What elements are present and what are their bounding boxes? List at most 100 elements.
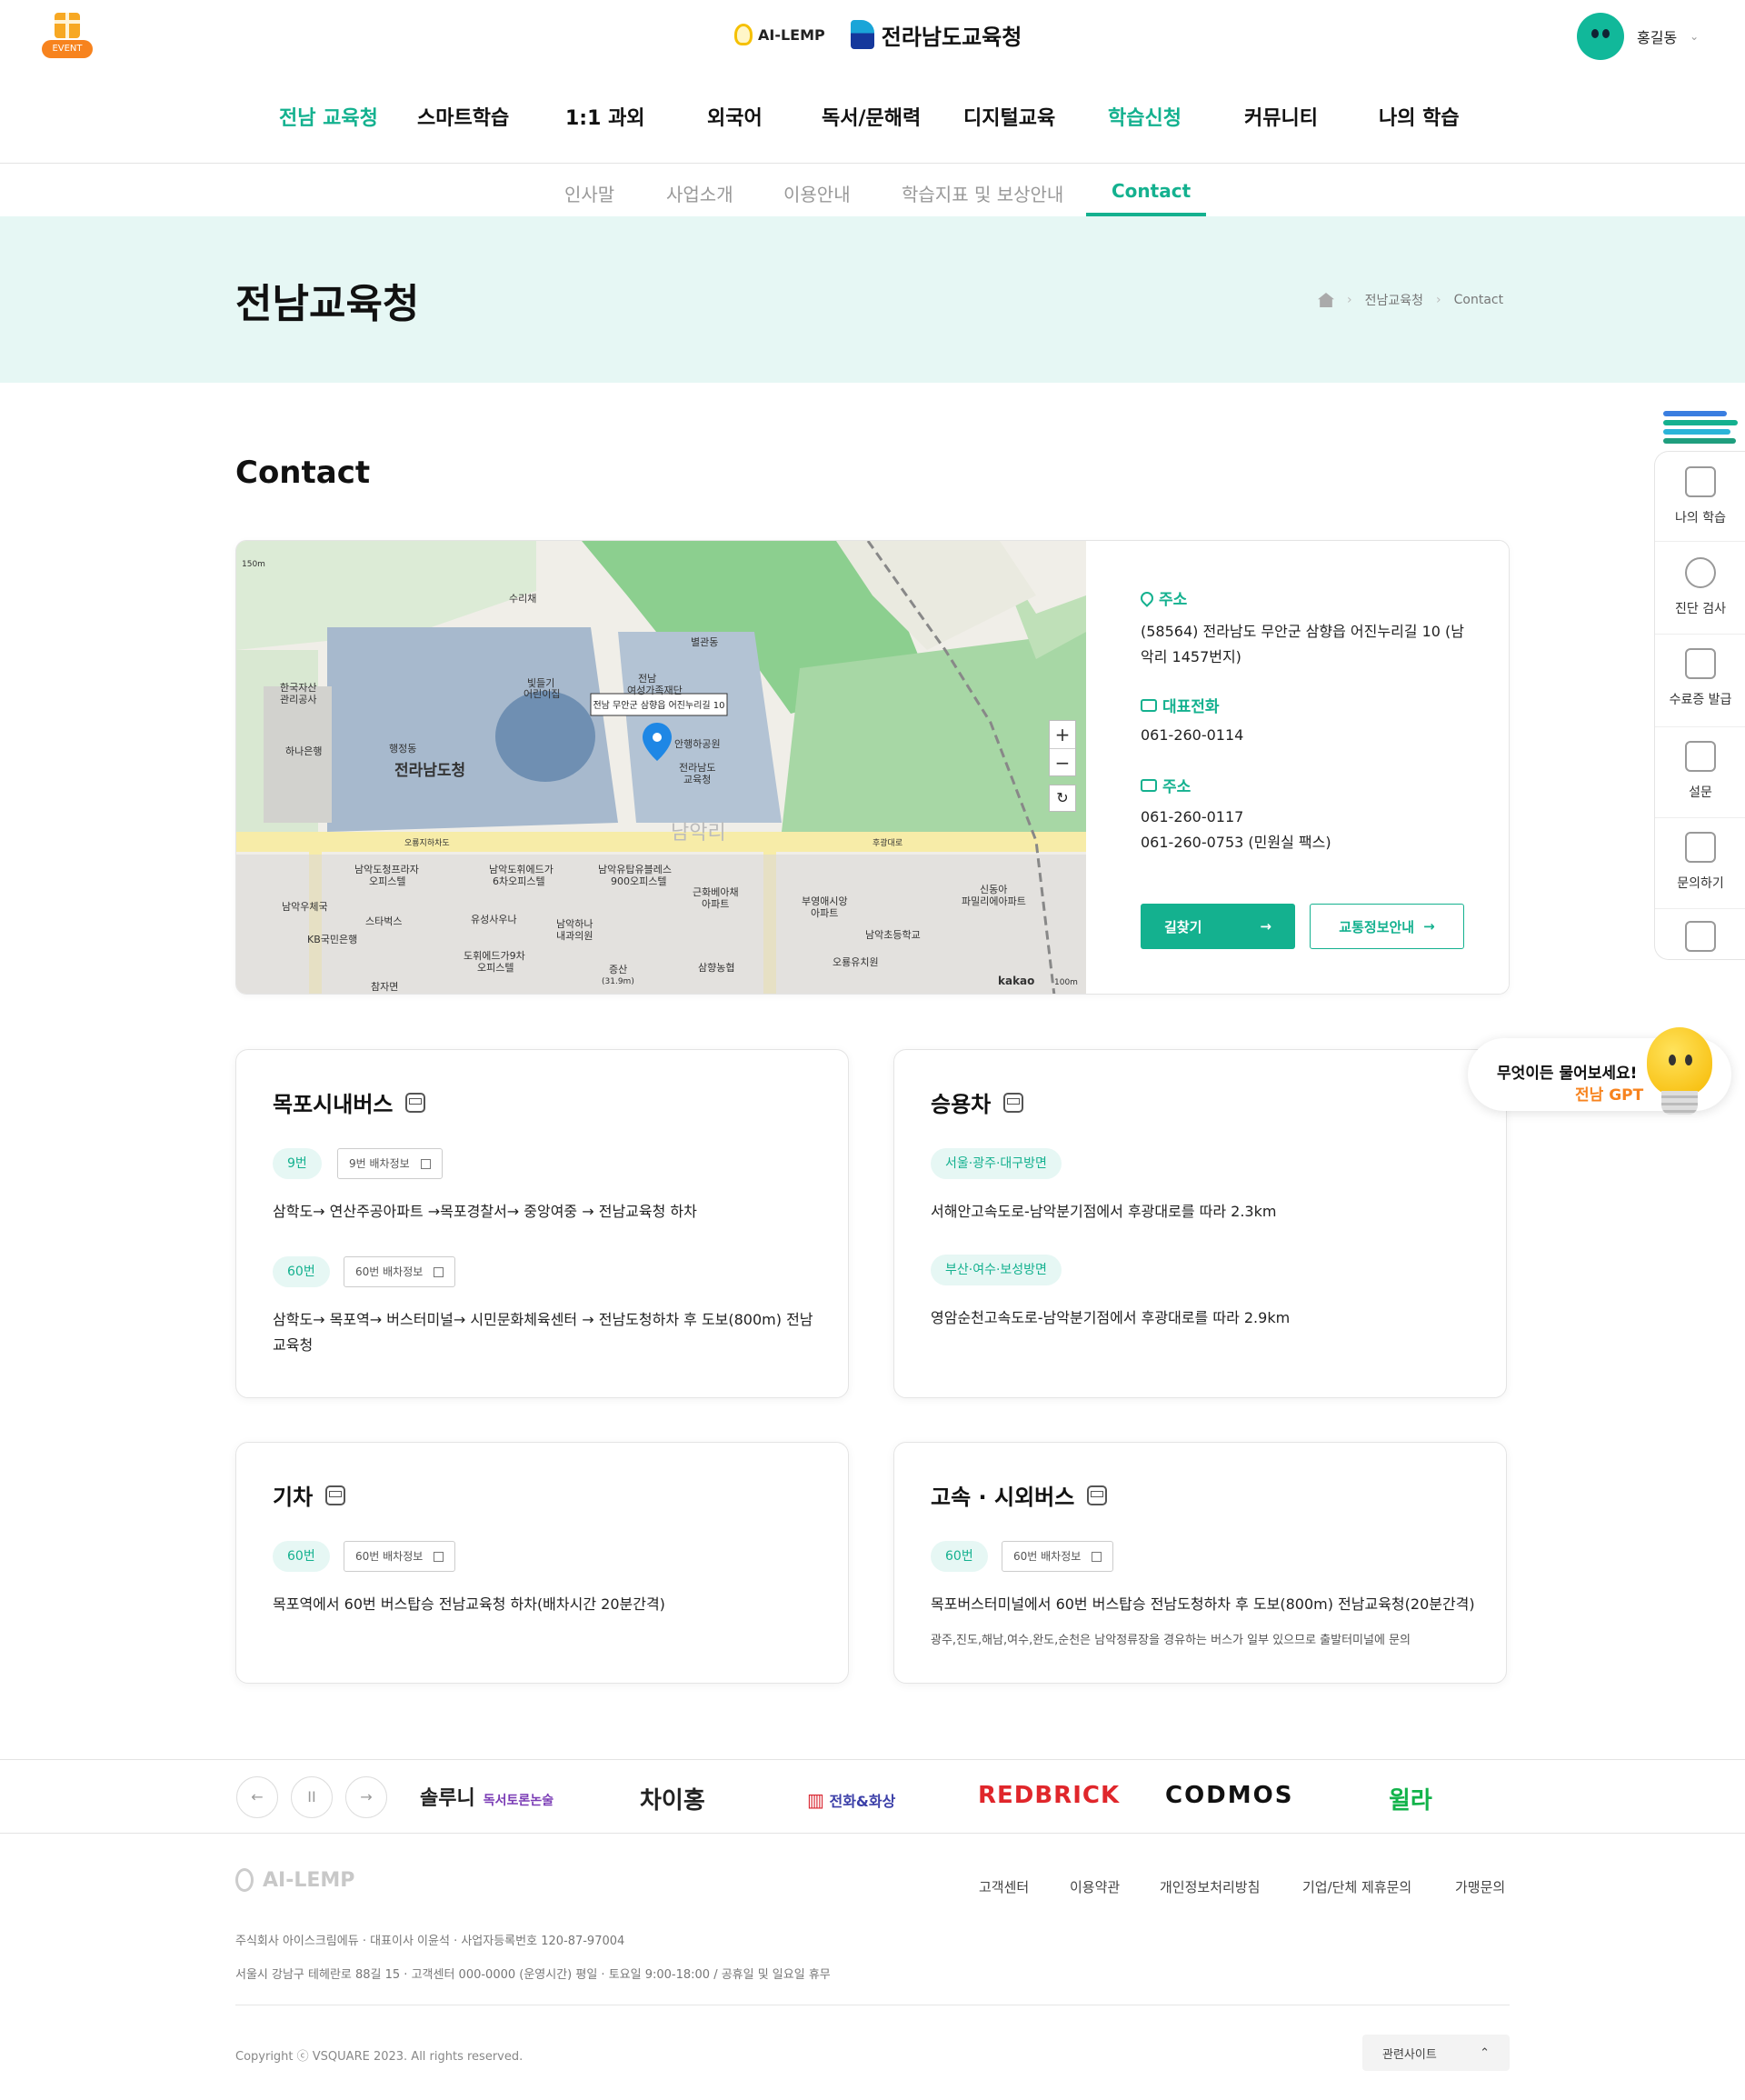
find-route-button[interactable]: 길찾기 →: [1141, 904, 1295, 949]
footer-link-terms[interactable]: 이용약관: [1070, 1877, 1120, 1896]
quick-label: 수료증 발급: [1669, 693, 1732, 707]
nav-reading[interactable]: 독서/문해력: [822, 102, 921, 131]
partner-strip: ← II → 솔루니 독서토론논술 차이홍 ▥ 전화&화상 REDBRICK C…: [0, 1759, 1745, 1834]
zoom-in-button[interactable]: +: [1050, 721, 1075, 748]
marker-label: 전남 무안군 삼향읍 어진누리길 10: [593, 699, 724, 711]
event-banner[interactable]: EVENT: [42, 13, 93, 58]
nav-foreign-language[interactable]: 외국어: [707, 102, 763, 131]
subnav-indicators[interactable]: 학습지표 및 보상안내: [902, 180, 1063, 206]
card-title: 고속 · 시외버스: [931, 1479, 1108, 1511]
schedule-link[interactable]: 9번 배차정보: [337, 1148, 443, 1179]
partner-logo-chaihong[interactable]: 차이홍: [640, 1782, 705, 1815]
route-badge: 60번: [273, 1541, 330, 1572]
quick-inquiry[interactable]: 문의하기: [1655, 832, 1745, 892]
speech-bubble-icon: [1685, 832, 1716, 863]
map-label: 수리채: [509, 593, 536, 605]
card-title-text: 기차: [273, 1485, 314, 1510]
map-label: 근화베아채: [693, 886, 739, 898]
partner-logo-redbrick[interactable]: REDBRICK: [978, 1782, 1120, 1809]
nav-jeonnam-office[interactable]: 전남 교육청: [279, 102, 378, 131]
jeonnam-office-text: 전라남도교육청: [881, 24, 1022, 50]
nav-application[interactable]: 학습신청: [1108, 102, 1182, 131]
route-text: 목포버스터미널에서 60번 버스탑승 전남도청하차 후 도보(800m) 전남교…: [931, 1595, 1475, 1613]
clipboard-icon: [1685, 741, 1716, 772]
nav-tutoring[interactable]: 1:1 과외: [565, 102, 645, 131]
map-label: 관리공사: [280, 694, 316, 705]
location-map[interactable]: 전남 무안군 삼향읍 어진누리길 10 수리채 별관동 전남 여성가족재단 빛들…: [236, 541, 1086, 994]
breadcrumb-item[interactable]: 전남교육청: [1365, 291, 1423, 309]
map-label: 전라남도청: [394, 761, 465, 780]
bus-card: 목포시내버스 9번 9번 배차정보 삼학도→ 연산주공아파트 →목포경찰서→ 중…: [235, 1049, 849, 1398]
nav-digital-education[interactable]: 디지털교육: [963, 102, 1055, 131]
location-icon: [1138, 588, 1156, 607]
map-label: 내과의원: [556, 930, 593, 942]
subnav-business[interactable]: 사업소개: [666, 180, 733, 206]
map-label: 도휘에드가9차: [464, 950, 525, 962]
map-refresh-button[interactable]: ↻: [1049, 785, 1076, 812]
partner-logo-text: 전화&화상: [829, 1793, 896, 1810]
breadcrumb-item[interactable]: Contact: [1454, 293, 1503, 307]
ai-lemp-logo[interactable]: AI-LEMP: [734, 24, 825, 45]
map-label: 남악도휘에드가: [489, 864, 553, 875]
bus-icon: [405, 1092, 426, 1113]
bulb-icon: [734, 24, 753, 45]
footer-address-info: 서울시 강남구 테헤란로 88길 15 · 고객센터 000-0000 (운영시…: [235, 1968, 831, 1982]
route-badge: 9번: [273, 1148, 322, 1179]
user-menu[interactable]: 홍길동 ⌄: [1577, 13, 1699, 60]
partner-logo-codmos[interactable]: CODMOS: [1165, 1782, 1293, 1809]
quick-my-learning[interactable]: 나의 학습: [1655, 466, 1745, 526]
footer-link-support[interactable]: 고객센터: [979, 1877, 1029, 1896]
home-icon[interactable]: [1318, 293, 1334, 307]
quick-diagnosis[interactable]: 진단 검사: [1655, 557, 1745, 617]
map-label: 스타벅스: [365, 915, 402, 927]
phone-label-text: 대표전화: [1162, 698, 1220, 716]
quick-certificate[interactable]: 수료증 발급: [1655, 648, 1745, 708]
printer-icon: [1685, 648, 1716, 679]
avatar: [1577, 13, 1624, 60]
partner-logo-solluni[interactable]: 솔루니 독서토론논술: [420, 1782, 553, 1811]
arrow-right-icon: →: [1423, 918, 1435, 935]
map-label: 한국자산: [280, 682, 316, 694]
quick-menu: 나의 학습 진단 검사 수료증 발급 설문 문의하기: [1654, 451, 1745, 960]
jeonnam-office-logo[interactable]: 전라남도교육청: [850, 19, 1022, 51]
card-title: 승용차: [931, 1086, 1024, 1118]
map-label: 남악우체국: [282, 901, 328, 913]
schedule-link[interactable]: 60번 배차정보: [344, 1256, 456, 1287]
partner-logo-phone-video[interactable]: ▥ 전화&화상: [807, 1789, 895, 1811]
printer-icon: [1141, 778, 1157, 792]
nav-my-learning[interactable]: 나의 학습: [1379, 102, 1460, 131]
partner-logo-willa[interactable]: 윌라: [1389, 1782, 1432, 1815]
nav-community[interactable]: 커뮤니티: [1244, 102, 1318, 131]
route-text: 목포역에서 60번 버스탑승 전남교육청 하차(배차시간 20분간격): [273, 1595, 665, 1613]
breadcrumb-separator: ›: [1347, 293, 1352, 307]
partner-next-button[interactable]: →: [345, 1776, 387, 1818]
map-label: 아파트: [811, 907, 838, 919]
related-sites-label: 관련사이트: [1382, 2047, 1437, 2062]
footer-link-partnership[interactable]: 기업/단체 제휴문의: [1302, 1877, 1411, 1896]
gpt-mascot-icon[interactable]: [1647, 1027, 1712, 1096]
fax-number-1: 061-260-0117: [1141, 808, 1244, 825]
subnav-guide[interactable]: 이용안내: [783, 180, 851, 206]
quick-survey[interactable]: 설문: [1655, 741, 1745, 801]
schedule-link-label: 60번 배차정보: [355, 1550, 424, 1563]
nav-smart-learning[interactable]: 스마트학습: [417, 102, 509, 131]
partner-pause-button[interactable]: II: [291, 1776, 333, 1818]
map-label: 남악도청프라자: [354, 864, 419, 875]
map-label: 남악초등학교: [865, 929, 921, 941]
footer-link-franchise[interactable]: 가맹문의: [1455, 1877, 1505, 1896]
related-sites-select[interactable]: 관련사이트 ⌃: [1362, 2035, 1510, 2071]
footer-link-privacy[interactable]: 개인정보처리방침: [1160, 1877, 1260, 1896]
traffic-info-button[interactable]: 교통정보안내 →: [1310, 904, 1464, 949]
map-label: 오룡지하차도: [404, 837, 450, 848]
schedule-link[interactable]: 60번 배차정보: [344, 1541, 456, 1572]
partner-prev-button[interactable]: ←: [236, 1776, 278, 1818]
zoom-out-button[interactable]: −: [1050, 748, 1075, 775]
bulb-icon: [235, 1868, 254, 1892]
subnav-contact[interactable]: Contact: [1112, 180, 1191, 202]
map-label: KB국민은행: [307, 934, 357, 945]
schedule-link[interactable]: 60번 배차정보: [1002, 1541, 1114, 1572]
subnav-greeting[interactable]: 인사말: [564, 180, 614, 206]
quick-label: 문의하기: [1677, 876, 1724, 891]
route-badge: 60번: [273, 1256, 330, 1287]
quick-more[interactable]: [1655, 921, 1745, 963]
